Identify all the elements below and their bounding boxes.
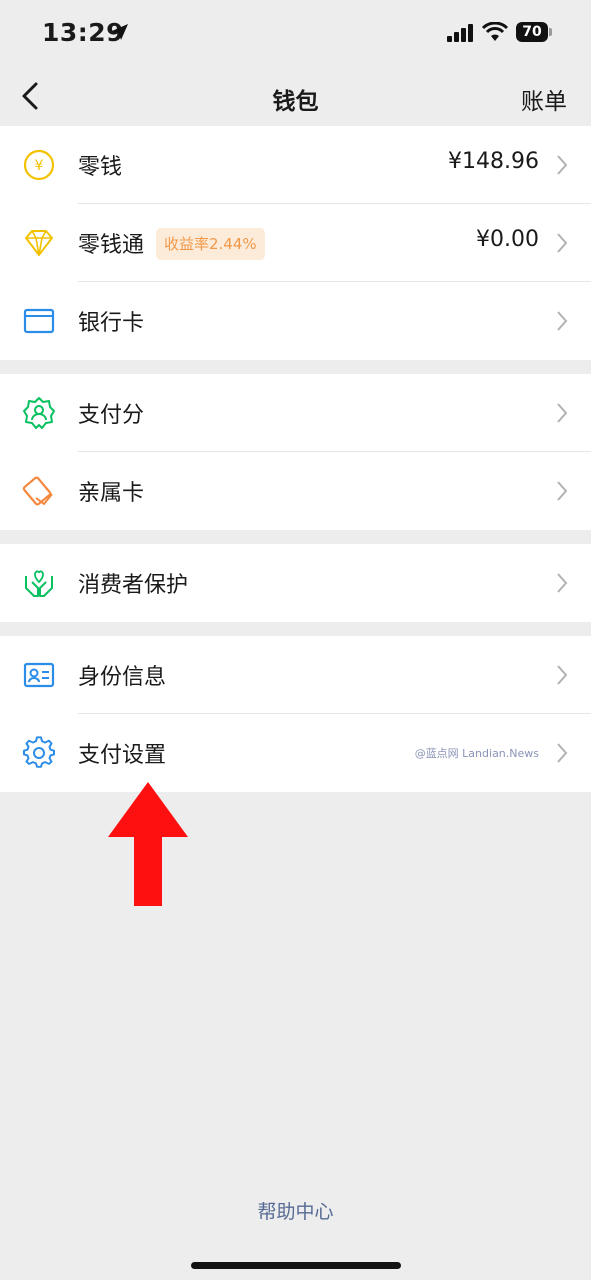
row-label: 零钱 <box>78 155 123 180</box>
chevron-right-icon <box>557 233 568 253</box>
row-identity[interactable]: 身份信息 <box>0 636 591 714</box>
id-card-icon <box>23 662 55 688</box>
watermark-text: @蓝点网 Landian.News <box>414 747 539 760</box>
family-card-icon <box>22 476 53 506</box>
location-arrow-icon <box>112 24 128 40</box>
row-payment-settings[interactable]: 支付设置 @蓝点网 Landian.News <box>0 714 591 792</box>
diamond-icon <box>25 230 53 256</box>
yield-badge: 收益率2.44% <box>156 228 265 260</box>
row-pay-score[interactable]: 支付分 <box>0 374 591 452</box>
row-label: 亲属卡 <box>78 481 145 506</box>
chevron-right-icon <box>557 665 568 685</box>
row-lingqiantong[interactable]: 零钱通 收益率2.44% ¥0.00 <box>0 204 591 282</box>
battery-indicator: 70 <box>516 22 552 42</box>
row-label: 银行卡 <box>78 311 145 336</box>
badge-person-icon <box>23 397 55 429</box>
battery-cap <box>549 28 552 36</box>
wallet-balance-group: ¥ 零钱 ¥148.96 零钱通 收益率2.44% ¥0.00 银行卡 <box>0 126 591 360</box>
cellular-signal-icon <box>447 24 473 42</box>
chevron-right-icon <box>557 403 568 423</box>
row-value: ¥0.00 <box>476 227 539 252</box>
chevron-right-icon <box>557 743 568 763</box>
row-bank-card[interactable]: 银行卡 <box>0 282 591 360</box>
row-label: 零钱通 <box>78 233 145 258</box>
row-family-card[interactable]: 亲属卡 <box>0 452 591 530</box>
gear-icon <box>23 736 55 768</box>
svg-text:¥: ¥ <box>35 158 44 174</box>
bank-card-icon <box>23 308 55 334</box>
row-label: 消费者保护 <box>78 573 189 598</box>
row-label: 支付设置 <box>78 743 167 768</box>
red-up-arrow-annotation <box>108 782 188 906</box>
chevron-right-icon <box>557 481 568 501</box>
chevron-right-icon <box>557 311 568 331</box>
row-label: 身份信息 <box>78 665 167 690</box>
row-consumer-protection[interactable]: 消费者保护 <box>0 544 591 622</box>
credit-group: 支付分 亲属卡 <box>0 374 591 530</box>
chevron-right-icon <box>557 155 568 175</box>
wifi-icon <box>482 22 508 41</box>
row-change[interactable]: ¥ 零钱 ¥148.96 <box>0 126 591 204</box>
settings-group: 身份信息 支付设置 @蓝点网 Landian.News <box>0 636 591 792</box>
page-title: 钱包 <box>272 89 319 115</box>
battery-level: 70 <box>516 22 548 42</box>
nav-bar: 钱包 账单 <box>0 66 591 126</box>
row-label: 支付分 <box>78 403 145 428</box>
help-center-link[interactable]: 帮助中心 <box>0 1197 591 1224</box>
status-bar: 13:29 70 <box>0 0 591 66</box>
home-indicator[interactable] <box>191 1262 401 1269</box>
bill-button[interactable]: 账单 <box>521 82 567 116</box>
yuan-coin-icon: ¥ <box>23 149 55 181</box>
protection-group: 消费者保护 <box>0 544 591 622</box>
hands-protect-icon <box>25 570 53 597</box>
chevron-right-icon <box>557 573 568 593</box>
row-value: ¥148.96 <box>448 149 539 174</box>
